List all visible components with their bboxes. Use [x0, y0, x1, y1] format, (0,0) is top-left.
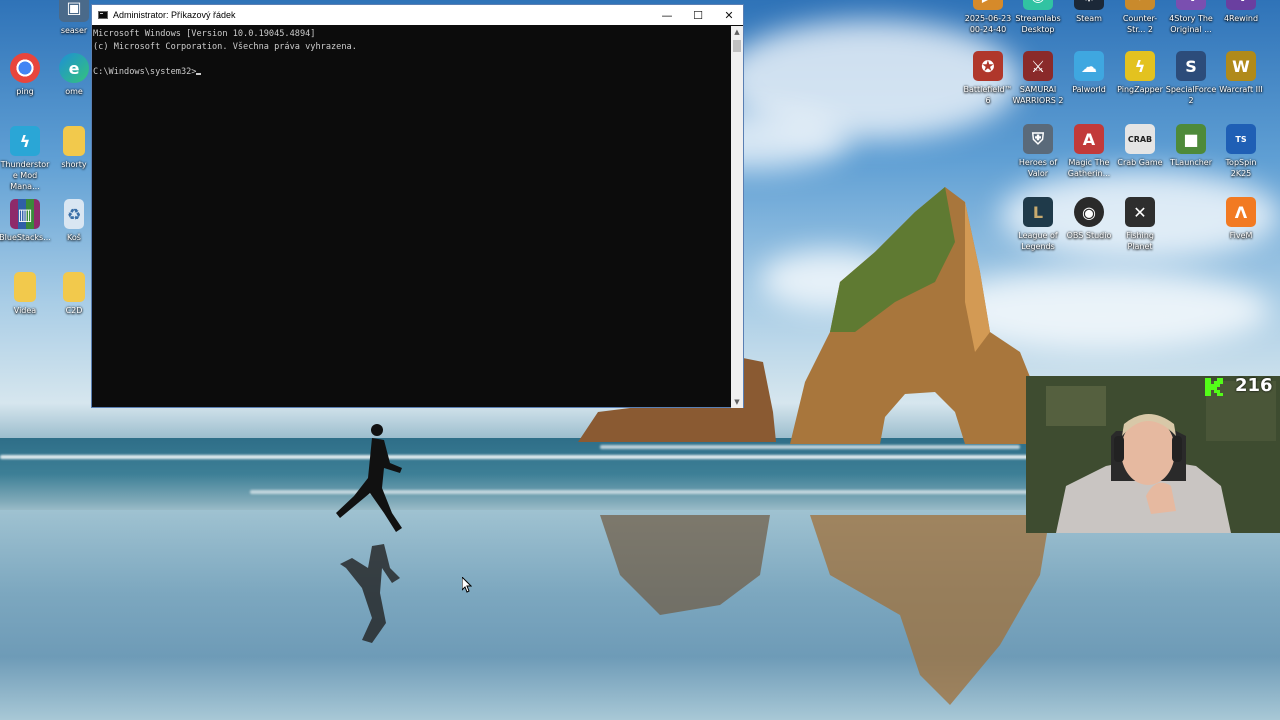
webcam-overlay: [1026, 376, 1280, 533]
desktop-icon-videa[interactable]: Videa: [0, 272, 51, 316]
console-prompt: C:\Windows\system32>: [93, 66, 197, 77]
desktop-icon-streamlabs[interactable]: ◉ Streamlabs Desktop: [1012, 0, 1064, 35]
desktop-icon-specialforce2[interactable]: S SpecialForce2: [1165, 51, 1217, 106]
kick-logo-icon: [1205, 378, 1223, 396]
obs-icon: ◉: [1074, 197, 1104, 227]
vertical-scrollbar[interactable]: ▲ ▼: [731, 26, 743, 408]
desktop-icon-topspin[interactable]: TS TopSpin 2K25: [1215, 124, 1267, 179]
desktop-icon-magic-gathering[interactable]: A Magic The Gatherin...: [1063, 124, 1115, 179]
desktop-icon-heroes-of-valor[interactable]: ⛨ Heroes of Valor: [1012, 124, 1064, 179]
console-prompt-line[interactable]: C:\Windows\system32>: [93, 66, 732, 79]
desktop-icon-samurai-warriors[interactable]: ⚔ SAMURAI WARRIORS 2: [1012, 51, 1064, 106]
fivem-icon: Λ: [1226, 197, 1256, 227]
desktop-icon-bluestacks[interactable]: ▥ BlueStacks...: [0, 199, 51, 243]
folder-icon: [63, 272, 85, 302]
desktop-icon-fivem[interactable]: Λ FiveM: [1215, 197, 1267, 241]
desktop-icon-4story[interactable]: 4 4Story The Original ...: [1165, 0, 1217, 35]
desktop-icon-crab-game[interactable]: CRAB Crab Game: [1114, 124, 1166, 168]
cmd-app-icon: [98, 11, 108, 19]
maximize-button[interactable]: ☐: [683, 5, 713, 25]
window-title-bar[interactable]: Administrator: Příkazový řádek — ☐ ✕: [92, 5, 743, 25]
rock-reflection: [600, 515, 1050, 705]
battlefield-icon: ✪: [973, 51, 1003, 81]
mouse-pointer-icon: [462, 577, 472, 593]
close-button[interactable]: ✕: [714, 5, 744, 25]
streamlabs-icon: ◉: [1023, 0, 1053, 10]
chrome-icon: [10, 53, 40, 83]
folder-icon: [63, 126, 85, 156]
recycle-bin-icon: ♻: [64, 199, 84, 229]
desktop-icon-thunderstore[interactable]: ϟ Thunderstore Mod Mana...: [0, 126, 51, 192]
runner-silhouette: [336, 424, 402, 643]
league-icon: L: [1023, 197, 1053, 227]
command-prompt-window[interactable]: Administrator: Příkazový řádek — ☐ ✕ Mic…: [91, 4, 744, 408]
tlauncher-icon: ■: [1176, 124, 1206, 154]
desktop-icon-4rewind[interactable]: 4 4Rewind: [1215, 0, 1267, 24]
crab-game-icon: CRAB: [1125, 124, 1155, 154]
desktop-icon-video-file[interactable]: ▶ 2025-06-23 00-24-40: [962, 0, 1014, 35]
sea-stack-rock: [790, 187, 1043, 444]
edge-icon: e: [59, 53, 89, 83]
desktop-icon-ping[interactable]: ping: [0, 53, 51, 97]
specialforce-icon: S: [1176, 51, 1206, 81]
text-cursor: [196, 72, 202, 75]
desktop-icon-palworld[interactable]: ☁ Palworld: [1063, 51, 1115, 95]
winrar-icon: ▥: [10, 199, 40, 229]
video-file-icon: ▶: [973, 0, 1003, 10]
minimize-button[interactable]: —: [652, 5, 682, 25]
scroll-down-arrow-icon[interactable]: ▼: [731, 396, 743, 408]
desktop-icon-steam[interactable]: ⚙ Steam: [1063, 0, 1115, 24]
scrollbar-thumb[interactable]: [733, 40, 741, 52]
thunderstore-icon: ϟ: [10, 126, 40, 156]
steam-icon: ⚙: [1074, 0, 1104, 10]
cs2-icon: ✦: [1125, 0, 1155, 10]
desktop-icon-league[interactable]: L League of Legends: [1012, 197, 1064, 252]
desktop-icon-warcraft[interactable]: W Warcraft III: [1215, 51, 1267, 95]
topspin-icon: TS: [1226, 124, 1256, 154]
console-line: Microsoft Windows [Version 10.0.19045.48…: [93, 29, 316, 39]
4story-icon: 4: [1176, 0, 1206, 10]
console-output[interactable]: Microsoft Windows [Version 10.0.19045.48…: [92, 26, 732, 408]
samurai-warriors-icon: ⚔: [1023, 51, 1053, 81]
pingzapper-icon: ϟ: [1125, 51, 1155, 81]
palworld-icon: ☁: [1074, 51, 1104, 81]
window-title: Administrator: Příkazový řádek: [113, 10, 236, 20]
warcraft-icon: W: [1226, 51, 1256, 81]
folder-icon: [14, 272, 36, 302]
desktop-icon-battlefield[interactable]: ✪ Battlefield™ 6: [962, 51, 1014, 106]
desktop-icon-tlauncher[interactable]: ■ TLauncher: [1165, 124, 1217, 168]
streamer-figure: [1026, 376, 1280, 533]
desktop-icon-pingzapper[interactable]: ϟ PingZapper: [1114, 51, 1166, 95]
app-icon: ▣: [59, 0, 89, 22]
fishing-planet-icon: ✕: [1125, 197, 1155, 227]
magic-gathering-icon: A: [1074, 124, 1104, 154]
console-line: (c) Microsoft Corporation. Všechna práva…: [93, 41, 357, 52]
desktop-icon-fishing-planet[interactable]: ✕ Fishing Planet: [1114, 197, 1166, 252]
heroes-of-valor-icon: ⛨: [1023, 124, 1053, 154]
desktop-icon-counter-strike[interactable]: ✦ Counter-Str... 2: [1114, 0, 1166, 35]
scroll-up-arrow-icon[interactable]: ▲: [731, 26, 743, 38]
viewer-count: 216: [1235, 375, 1273, 396]
4rewind-icon: 4: [1226, 0, 1256, 10]
desktop-icon-obs[interactable]: ◉ OBS Studio: [1063, 197, 1115, 241]
